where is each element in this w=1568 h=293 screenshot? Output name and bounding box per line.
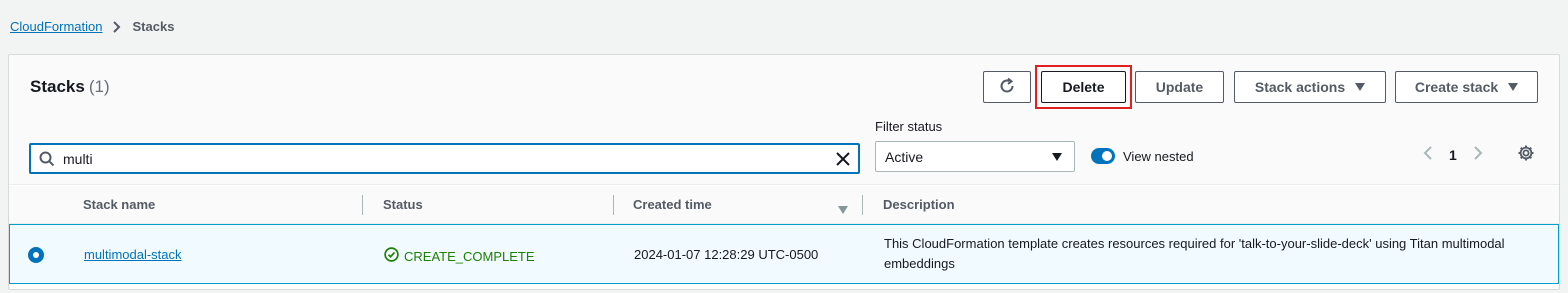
breadcrumb: CloudFormation Stacks xyxy=(10,19,174,34)
delete-highlight-box xyxy=(1035,65,1132,109)
column-divider xyxy=(862,195,863,215)
breadcrumb-current: Stacks xyxy=(132,19,175,34)
view-nested-toggle[interactable] xyxy=(1091,148,1115,164)
chevron-left-icon[interactable] xyxy=(1423,145,1433,164)
search-icon xyxy=(39,151,55,167)
caret-down-icon xyxy=(1052,152,1062,161)
current-page[interactable]: 1 xyxy=(1449,147,1457,163)
refresh-icon xyxy=(998,77,1016,98)
chevron-right-icon xyxy=(112,20,121,33)
sort-descending-icon[interactable] xyxy=(838,201,848,219)
filter-status-value: Active xyxy=(885,148,924,165)
toggle-knob xyxy=(1102,151,1112,161)
column-description[interactable]: Description xyxy=(883,197,955,212)
page-title: Stacks (1) xyxy=(30,77,110,97)
refresh-button[interactable] xyxy=(983,71,1031,103)
column-stack-name[interactable]: Stack name xyxy=(83,197,155,212)
check-circle-icon xyxy=(384,247,399,265)
status-badge: CREATE_COMPLETE xyxy=(384,247,535,265)
filter-status-select[interactable]: Active xyxy=(875,141,1075,172)
column-status[interactable]: Status xyxy=(383,197,423,212)
search-input[interactable]: multi xyxy=(29,143,860,174)
gear-icon[interactable] xyxy=(1517,144,1535,167)
caret-down-icon xyxy=(1355,83,1366,91)
row-select-radio[interactable] xyxy=(28,247,44,263)
stack-name-link[interactable]: multimodal-stack xyxy=(84,247,182,262)
create-stack-dropdown[interactable]: Create stack xyxy=(1395,71,1538,103)
caret-down-icon xyxy=(1508,83,1519,91)
clear-icon[interactable] xyxy=(836,151,850,166)
pagination: 1 xyxy=(1423,145,1483,164)
breadcrumb-cloudformation-link[interactable]: CloudFormation xyxy=(10,19,103,34)
view-nested-toggle-group: View nested xyxy=(1091,148,1194,164)
chevron-right-icon[interactable] xyxy=(1473,145,1483,164)
table-row[interactable]: multimodal-stack CREATE_COMPLETE 2024-01… xyxy=(9,224,1559,284)
search-value: multi xyxy=(63,150,93,167)
table-header: Stack name Status Created time Descripti… xyxy=(9,186,1559,224)
column-divider xyxy=(362,195,363,215)
created-time: 2024-01-07 12:28:29 UTC-0500 xyxy=(634,247,819,262)
status-text: CREATE_COMPLETE xyxy=(404,248,535,264)
create-stack-label: Create stack xyxy=(1414,79,1499,95)
stack-description: This CloudFormation template creates res… xyxy=(884,236,1505,271)
stack-actions-dropdown[interactable]: Stack actions xyxy=(1234,71,1386,103)
stacks-panel: Stacks (1) Delete Update Stack actions Cr… xyxy=(8,54,1560,290)
title-text: Stacks xyxy=(30,77,85,96)
column-divider xyxy=(613,195,614,215)
column-created-time[interactable]: Created time xyxy=(633,197,712,212)
filter-status-label: Filter status xyxy=(875,119,943,134)
view-nested-label: View nested xyxy=(1123,148,1194,164)
update-button[interactable]: Update xyxy=(1135,71,1224,103)
stack-count: (1) xyxy=(88,77,110,96)
stack-actions-label: Stack actions xyxy=(1254,79,1346,95)
